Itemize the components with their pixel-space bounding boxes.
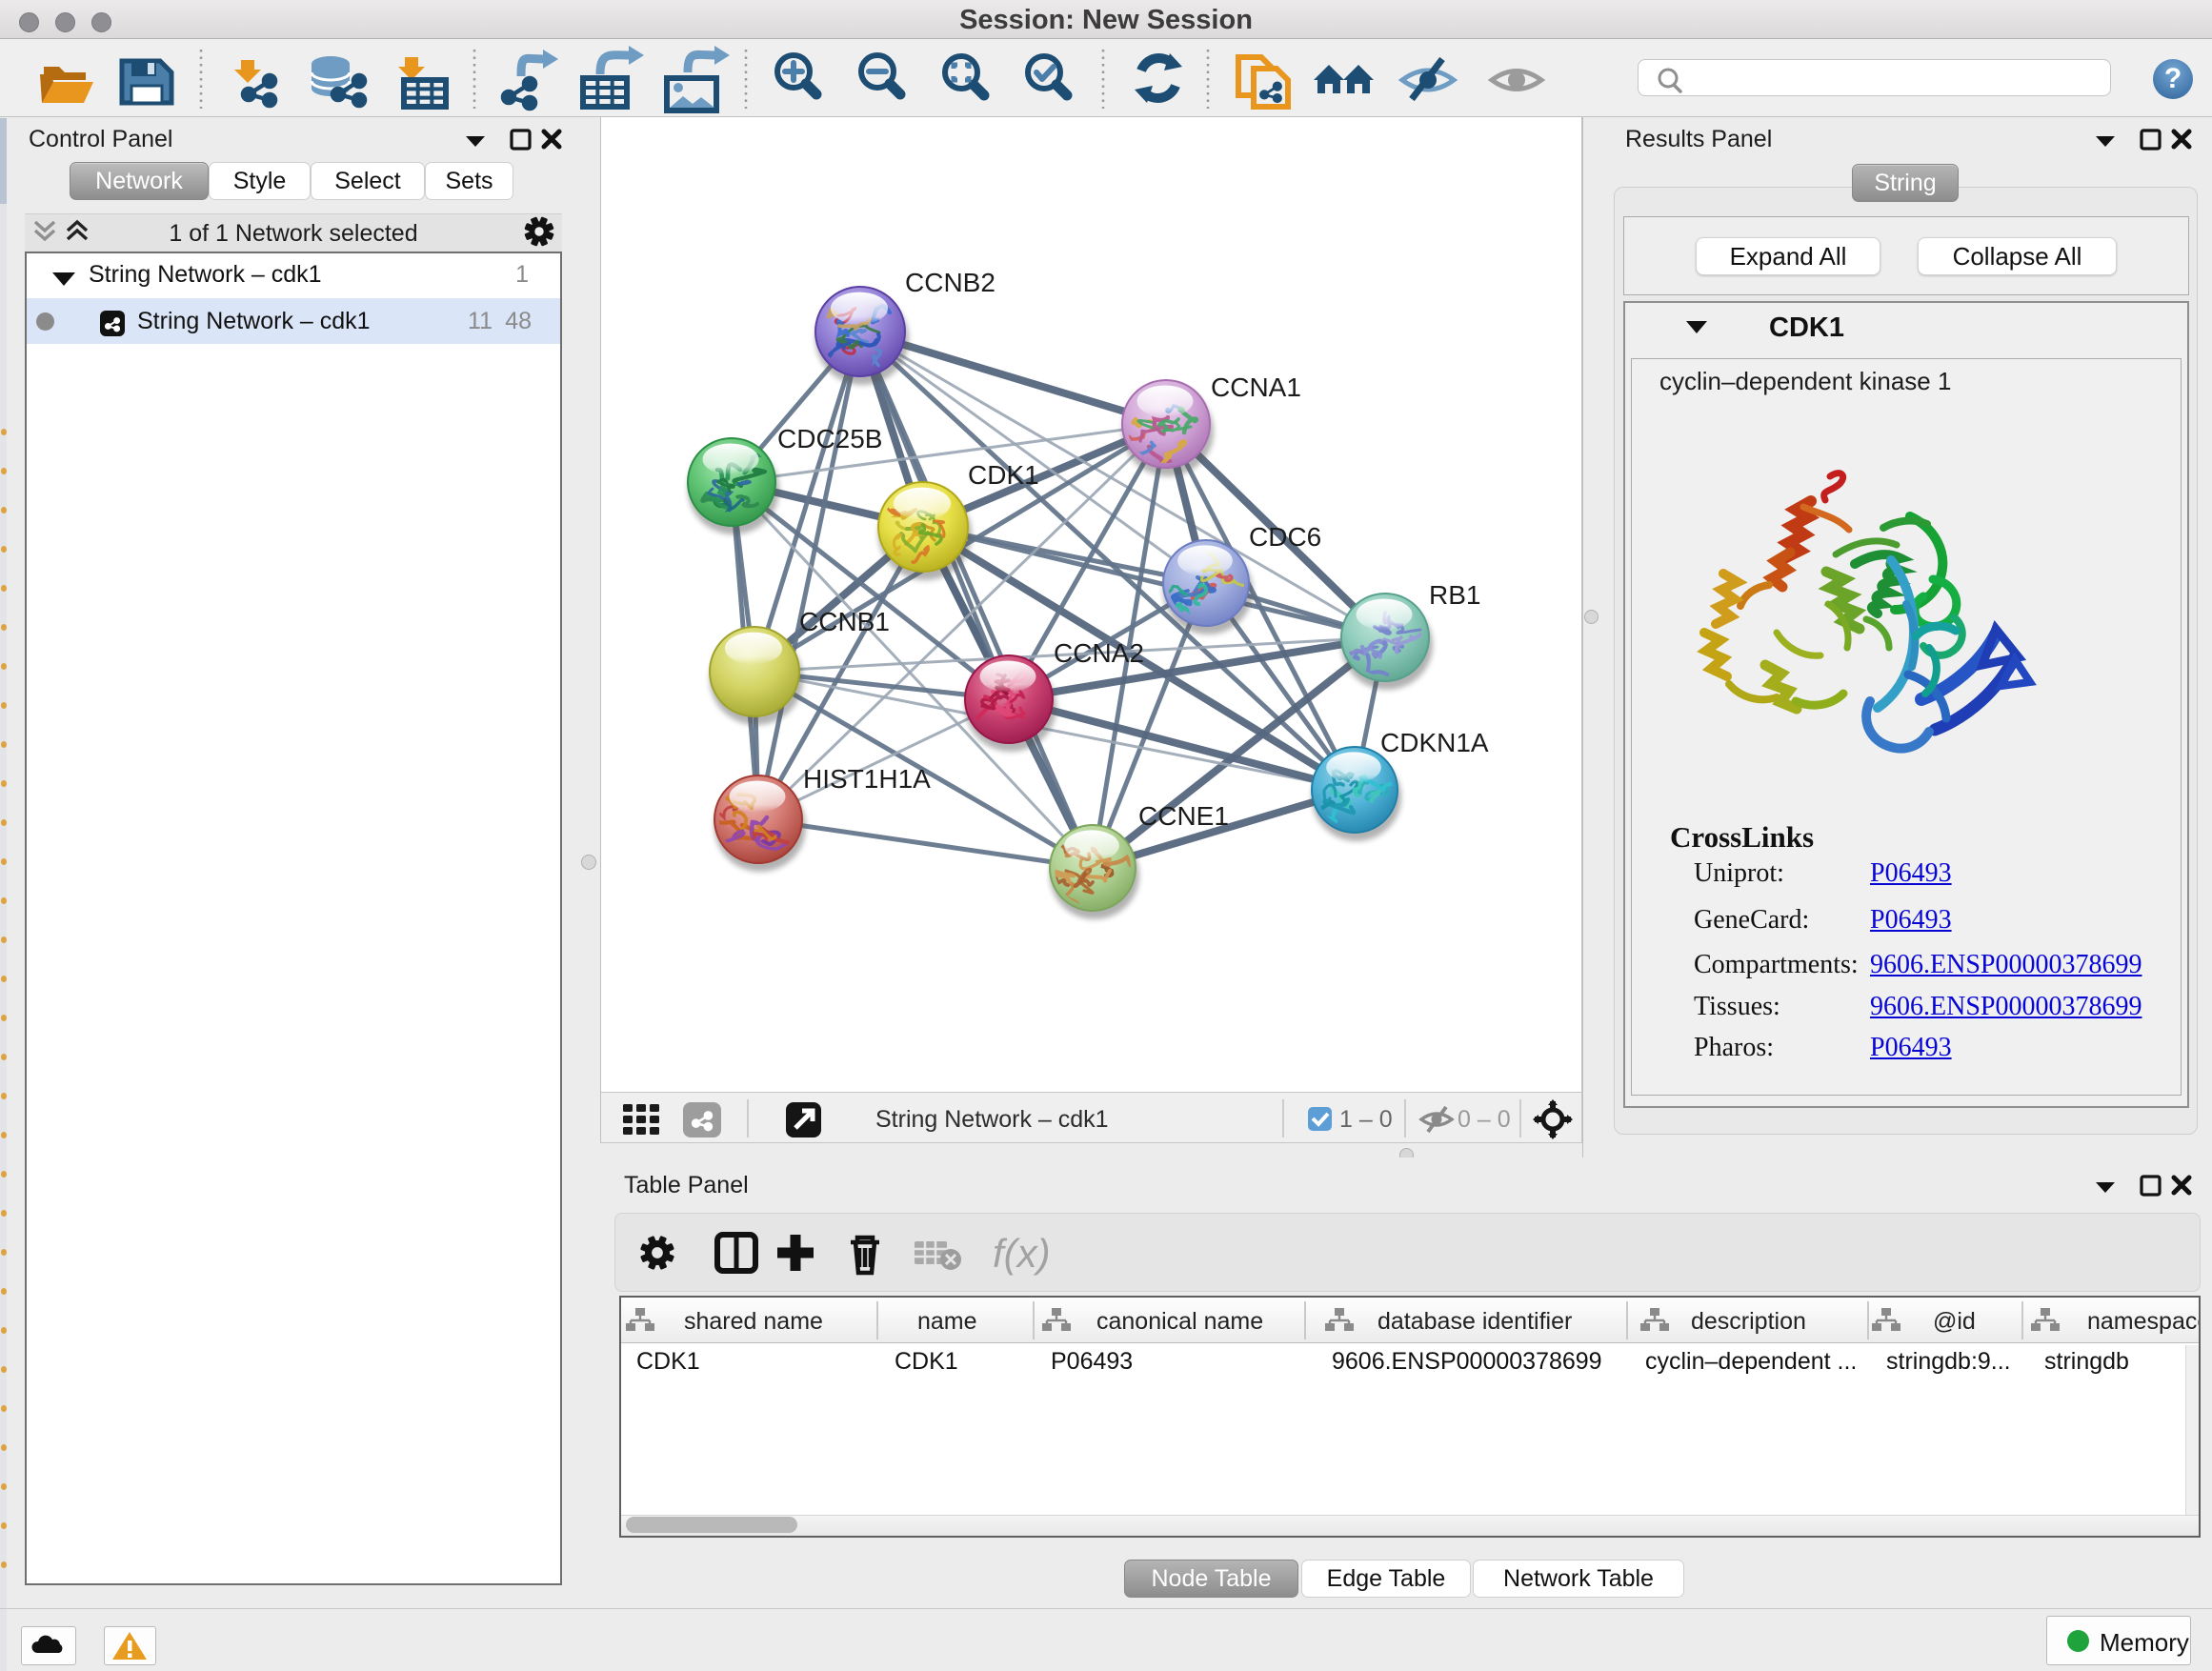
svg-text:CDK1: CDK1 xyxy=(968,460,1039,490)
svg-text:CCNA2: CCNA2 xyxy=(1054,638,1144,668)
svg-text:HIST1H1A: HIST1H1A xyxy=(803,764,931,794)
svg-text:database identifier: database identifier xyxy=(1377,1308,1572,1335)
svg-text:description: description xyxy=(1691,1308,1806,1335)
svg-text:canonical name: canonical name xyxy=(1096,1308,1263,1335)
svg-text:f(x): f(x) xyxy=(993,1231,1051,1276)
svg-text:namespace: namespace xyxy=(2087,1308,2199,1335)
svg-text:CDC25B: CDC25B xyxy=(777,424,882,453)
svg-text:0 – 0: 0 – 0 xyxy=(1458,1106,1511,1133)
svg-text:1 – 0: 1 – 0 xyxy=(1339,1106,1393,1133)
svg-text:String Network – cdk1: String Network – cdk1 xyxy=(875,1106,1109,1133)
svg-text:shared name: shared name xyxy=(684,1308,823,1335)
svg-text:CCNB2: CCNB2 xyxy=(905,268,995,297)
svg-text:CCNA1: CCNA1 xyxy=(1211,372,1301,402)
svg-text:name: name xyxy=(917,1308,977,1335)
svg-text:CDC6: CDC6 xyxy=(1249,522,1321,552)
svg-text:CCNE1: CCNE1 xyxy=(1138,801,1229,831)
svg-text:CCNB1: CCNB1 xyxy=(799,607,890,636)
svg-text:@id: @id xyxy=(1933,1308,1976,1335)
svg-text:CDKN1A: CDKN1A xyxy=(1380,728,1489,757)
svg-text:RB1: RB1 xyxy=(1429,580,1480,610)
